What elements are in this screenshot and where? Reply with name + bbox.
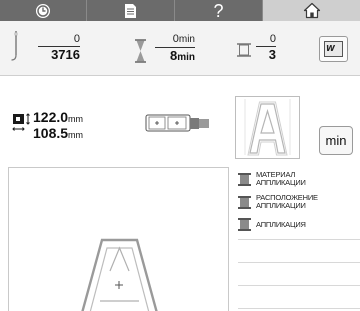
- stitch-current: 0: [73, 33, 80, 45]
- hourglass-icon: [135, 39, 146, 63]
- tab-home[interactable]: [263, 0, 360, 21]
- thread-spool-icon: [237, 43, 251, 57]
- stitch-counter: 0 3716: [38, 33, 80, 62]
- divider: [238, 308, 360, 309]
- time-counter: 0min 8min: [155, 33, 195, 65]
- needle-icon: [11, 31, 18, 61]
- hoop-view-button[interactable]: W: [319, 36, 348, 62]
- design-height: 122.0: [33, 109, 69, 125]
- thread-item-position[interactable]: РАСПОЛОЖЕНИЕ АППЛИКАЦИИ: [238, 194, 360, 210]
- embroidery-frame-icon: [145, 114, 209, 132]
- stitch-total: 3716: [51, 47, 80, 62]
- thumbnail-letter-a: [244, 99, 291, 156]
- tab-help[interactable]: ?: [175, 0, 263, 21]
- tab-document[interactable]: [87, 0, 175, 21]
- design-size: 122.0mm 108.5mm: [33, 109, 84, 141]
- divider: [238, 285, 360, 286]
- thread-label: АППЛИКАЦИЯ: [256, 219, 306, 229]
- thread-spool-icon: [238, 195, 251, 209]
- thread-item-material[interactable]: МАТЕРИАЛ АППЛИКАЦИИ: [238, 171, 360, 187]
- design-width: 108.5: [33, 125, 69, 141]
- divider: [238, 239, 360, 240]
- color-counter: 0 3: [256, 33, 276, 62]
- color-total: 3: [268, 47, 276, 62]
- hoop-icon: W: [324, 41, 343, 57]
- document-icon: [125, 3, 136, 18]
- top-tab-bar: ?: [0, 0, 360, 21]
- min-button[interactable]: min: [319, 126, 353, 155]
- tab-clock[interactable]: [0, 0, 87, 21]
- clock-icon: [36, 3, 50, 18]
- color-current: 0: [269, 33, 276, 45]
- thread-item-applique[interactable]: АППЛИКАЦИЯ: [238, 218, 360, 231]
- thread-color-list: МАТЕРИАЛ АППЛИКАЦИИ РАСПОЛОЖЕНИЕ АППЛИКАЦИ…: [238, 167, 360, 311]
- divider: [238, 262, 360, 263]
- home-icon: [303, 2, 320, 19]
- thread-spool-icon: [238, 172, 251, 186]
- design-preview: [8, 167, 229, 311]
- design-thumbnail: [235, 96, 300, 159]
- help-icon: ?: [213, 0, 224, 21]
- thread-spool-icon: [238, 218, 251, 231]
- preview-letter-a: [81, 238, 158, 311]
- size-icon: [12, 113, 30, 131]
